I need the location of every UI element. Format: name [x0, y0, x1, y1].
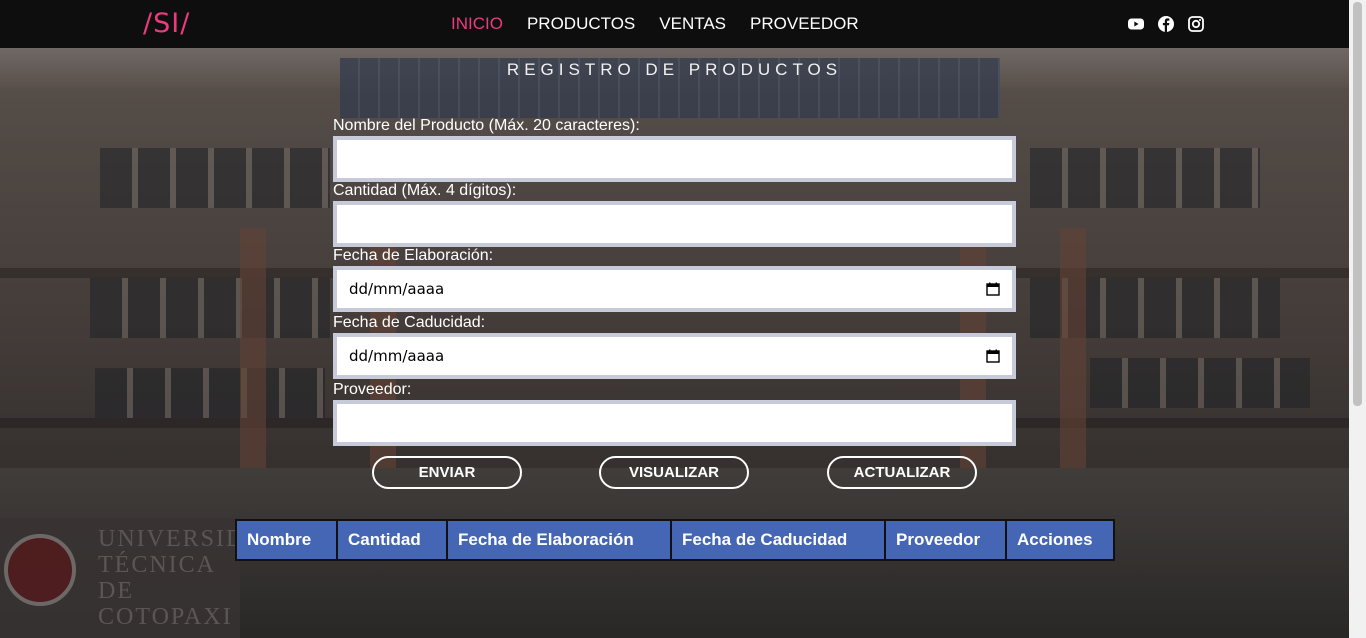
main-nav: INICIO PRODUCTOS VENTAS PROVEEDOR: [451, 14, 859, 34]
manufacture-date-label: Fecha de Elaboración:: [333, 247, 494, 264]
manufacture-date-input[interactable]: dd/mm/aaaa: [333, 266, 1016, 312]
calendar-icon[interactable]: [986, 282, 1000, 296]
column-header-nombre: Nombre: [237, 521, 338, 559]
column-header-acciones: Acciones: [1007, 521, 1113, 559]
quantity-label: Cantidad (Máx. 4 dígitos):: [333, 182, 517, 199]
product-name-label: Nombre del Producto (Máx. 20 caracteres)…: [333, 117, 640, 134]
instagram-icon[interactable]: [1187, 15, 1205, 33]
nav-link-proveedor[interactable]: PROVEEDOR: [750, 14, 859, 34]
brand-logo[interactable]: /SI/: [143, 8, 190, 39]
facebook-icon[interactable]: [1157, 15, 1175, 33]
expiry-date-label: Fecha de Caducidad:: [333, 314, 486, 331]
nav-link-inicio[interactable]: INICIO: [451, 14, 503, 34]
supplier-input[interactable]: [333, 400, 1016, 446]
product-name-input[interactable]: [333, 136, 1016, 182]
page-scrollbar[interactable]: [1349, 0, 1366, 638]
top-navbar: /SI/ INICIO PRODUCTOS VENTAS PROVEEDOR: [0, 0, 1349, 48]
products-table: Nombre Cantidad Fecha de Elaboración Fec…: [235, 519, 1115, 561]
expiry-date-input[interactable]: dd/mm/aaaa: [333, 333, 1016, 379]
submit-button[interactable]: ENVIAR: [372, 456, 522, 489]
view-button[interactable]: VISUALIZAR: [599, 456, 749, 489]
social-links: [1127, 15, 1205, 33]
quantity-input[interactable]: [333, 201, 1016, 247]
page-title: REGISTRO DE PRODUCTOS: [506, 60, 843, 79]
nav-link-ventas[interactable]: VENTAS: [659, 14, 726, 34]
column-header-fecha-caducidad: Fecha de Caducidad: [672, 521, 886, 559]
scrollbar-thumb[interactable]: [1353, 2, 1362, 406]
update-button[interactable]: ACTUALIZAR: [827, 456, 977, 489]
calendar-icon[interactable]: [986, 349, 1000, 363]
column-header-fecha-elaboracion: Fecha de Elaboración: [448, 521, 672, 559]
column-header-proveedor: Proveedor: [886, 521, 1007, 559]
column-header-cantidad: Cantidad: [338, 521, 448, 559]
supplier-label: Proveedor:: [333, 381, 412, 398]
nav-link-productos[interactable]: PRODUCTOS: [527, 14, 635, 34]
youtube-icon[interactable]: [1127, 15, 1145, 33]
